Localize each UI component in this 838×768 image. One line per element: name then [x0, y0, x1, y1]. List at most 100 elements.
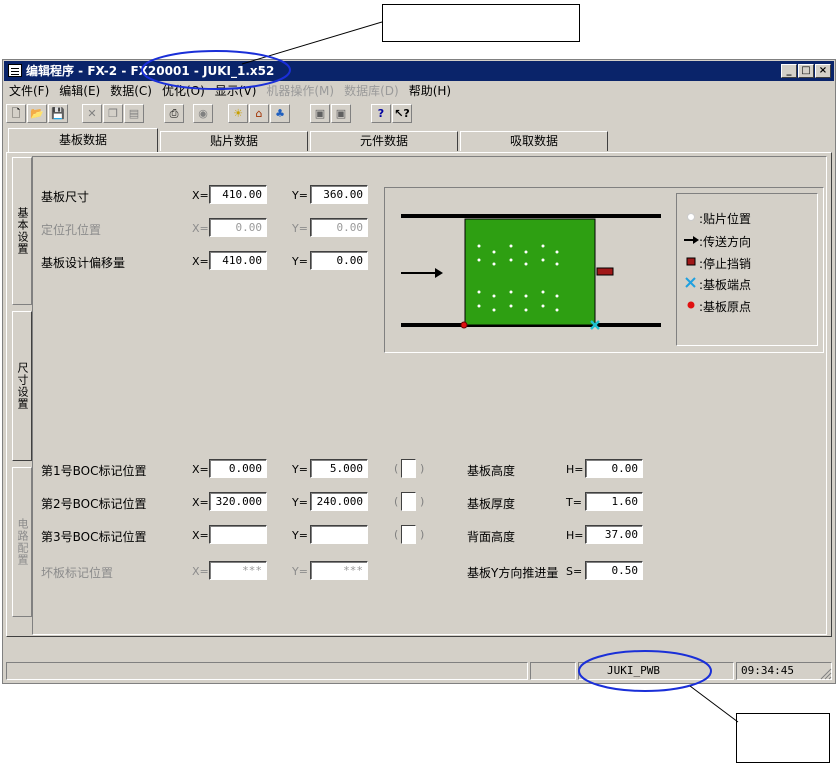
tab-pick-data[interactable]: 吸取数据: [460, 131, 608, 151]
import-icon[interactable]: ▣: [310, 104, 330, 123]
app-icon: [8, 64, 22, 77]
paste-icon[interactable]: ▤: [124, 104, 144, 123]
menu-help[interactable]: 帮助(H): [404, 82, 456, 100]
origin-dot-icon: [687, 301, 695, 309]
legend-item: :基板端点: [699, 278, 752, 292]
stopper-icon: [686, 257, 696, 266]
board-size-label: 基板尺寸: [41, 190, 90, 204]
locate-hole-label: 定位孔位置: [41, 223, 102, 237]
board-diagram-svg: [401, 214, 661, 330]
design-offset-label: 基板设计偏移量: [41, 256, 126, 270]
arrow-right-icon: [435, 268, 443, 278]
boc-mark-3-label: 第3号BOC标记位置: [41, 530, 147, 544]
bad-board-mark-y-field: ***: [310, 561, 368, 580]
boc-mark-1-x-field[interactable]: 0.000: [209, 459, 267, 478]
callout-leader-top: [241, 21, 383, 65]
side-tab-size[interactable]: 尺寸设置: [12, 311, 32, 461]
y-prefix: Y=: [292, 463, 308, 476]
status-blank: [530, 662, 576, 680]
context-help-icon[interactable]: ↖?: [392, 104, 412, 123]
board-thickness-field[interactable]: 1.60: [585, 492, 643, 511]
callout-box-top: [382, 4, 580, 42]
new-icon[interactable]: 🗋: [6, 104, 26, 123]
menu-edit[interactable]: 编辑(E): [54, 82, 105, 100]
board-height-field[interactable]: 0.00: [585, 459, 643, 478]
boc-mark-1-y-field[interactable]: 5.000: [310, 459, 368, 478]
paren-right: ): [420, 528, 425, 541]
y-push-field[interactable]: 0.50: [585, 561, 643, 580]
x-prefix: X=: [192, 463, 209, 476]
locate-hole-y-field: 0.00: [310, 218, 368, 237]
legend-item: :基板原点: [699, 300, 752, 314]
close-icon[interactable]: ×: [815, 64, 831, 78]
menu-file[interactable]: 文件(F): [4, 82, 54, 100]
board-size-y-field[interactable]: 360.00: [310, 185, 368, 204]
title-bar[interactable]: 编辑程序 - FX-2 - FX20001 - JUKI_1.x52 _ □ ×: [4, 61, 834, 81]
boc-mark-3-x-field[interactable]: [209, 525, 267, 544]
tab-placement-data[interactable]: 贴片数据: [160, 131, 308, 151]
board-size-x-field[interactable]: 410.00: [209, 185, 267, 204]
y-prefix: Y=: [292, 222, 308, 235]
h-prefix: H=: [566, 463, 584, 476]
x-prefix: X=: [192, 189, 209, 202]
save-icon[interactable]: 💾: [48, 104, 68, 123]
tab-board-data[interactable]: 基板数据: [8, 128, 158, 152]
back-height-label: 背面高度: [467, 530, 516, 544]
x-prefix: X=: [192, 255, 209, 268]
y-prefix: Y=: [292, 529, 308, 542]
resize-grip-icon[interactable]: [820, 668, 832, 680]
paren-right: ): [420, 462, 425, 475]
export-icon[interactable]: ▣: [331, 104, 351, 123]
app-window: 编辑程序 - FX-2 - FX20001 - JUKI_1.x52 _ □ ×…: [2, 59, 836, 684]
back-height-field[interactable]: 37.00: [585, 525, 643, 544]
minimize-icon[interactable]: _: [781, 64, 797, 78]
find-icon[interactable]: ◉: [193, 104, 213, 123]
side-tab-basic[interactable]: 基本设置: [12, 157, 32, 305]
window-title: 编辑程序 - FX-2 - FX20001 - JUKI_1.x52: [26, 64, 275, 78]
optimize-icon[interactable]: ⌂: [249, 104, 269, 123]
boc-mark-1-check[interactable]: [401, 459, 416, 478]
y-prefix: Y=: [292, 565, 308, 578]
board-end-icon: [685, 277, 696, 288]
paren-left: (: [394, 495, 399, 508]
copy-icon[interactable]: ❐: [103, 104, 123, 123]
status-message: [6, 662, 528, 680]
boc-mark-2-check[interactable]: [401, 492, 416, 511]
y-prefix: Y=: [292, 189, 308, 202]
menu-data[interactable]: 数据(C): [105, 82, 157, 100]
menu-view[interactable]: 显示(V): [210, 82, 262, 100]
legend-icons: [684, 213, 699, 309]
status-time: 09:34:45: [736, 662, 832, 680]
boc-mark-2-y-field[interactable]: 240.000: [310, 492, 368, 511]
cut-icon[interactable]: ✕: [82, 104, 102, 123]
boc-mark-3-check[interactable]: [401, 525, 416, 544]
legend-item: :贴片位置: [699, 212, 752, 226]
design-offset-y-field[interactable]: 0.00: [310, 251, 368, 270]
menu-bar: 文件(F) 编辑(E) 数据(C) 优化(O) 显示(V) 机器操作(M) 数据库(D) 帮助…: [4, 82, 834, 100]
boc-mark-3-y-field[interactable]: [310, 525, 368, 544]
open-icon[interactable]: 📂: [27, 104, 47, 123]
help-icon[interactable]: ?: [371, 104, 391, 123]
components-icon[interactable]: ♣: [270, 104, 290, 123]
side-tab-circuit[interactable]: 电路配置: [12, 467, 32, 617]
menu-machine: 机器操作(M): [266, 84, 335, 98]
t-prefix: T=: [566, 496, 582, 509]
design-offset-x-field[interactable]: 410.00: [209, 251, 267, 270]
y-push-label: 基板Y方向推进量: [467, 566, 559, 580]
white-dot-icon: [687, 213, 695, 221]
tab-component-data[interactable]: 元件数据: [310, 131, 458, 151]
legend-item: :停止挡销: [699, 257, 752, 271]
status-bar: JUKI_PWB 09:34:45: [4, 660, 834, 682]
paren-left: (: [394, 528, 399, 541]
menu-optimize[interactable]: 优化(O): [157, 82, 210, 100]
stopper-icon: [596, 267, 614, 276]
boc-mark-2-x-field[interactable]: 320.000: [209, 492, 267, 511]
maximize-icon[interactable]: □: [798, 64, 814, 78]
x-prefix: X=: [192, 529, 209, 542]
print-icon[interactable]: ⎙: [164, 104, 184, 123]
callout-leader-bottom: [689, 685, 739, 723]
diagram-legend: :贴片位置 :传送方向 :停止挡销 :基板端点 :基板原点: [676, 193, 818, 346]
legend-item: :传送方向: [699, 235, 752, 249]
x-prefix: X=: [192, 222, 209, 235]
bulb-icon[interactable]: ☀: [228, 104, 248, 123]
